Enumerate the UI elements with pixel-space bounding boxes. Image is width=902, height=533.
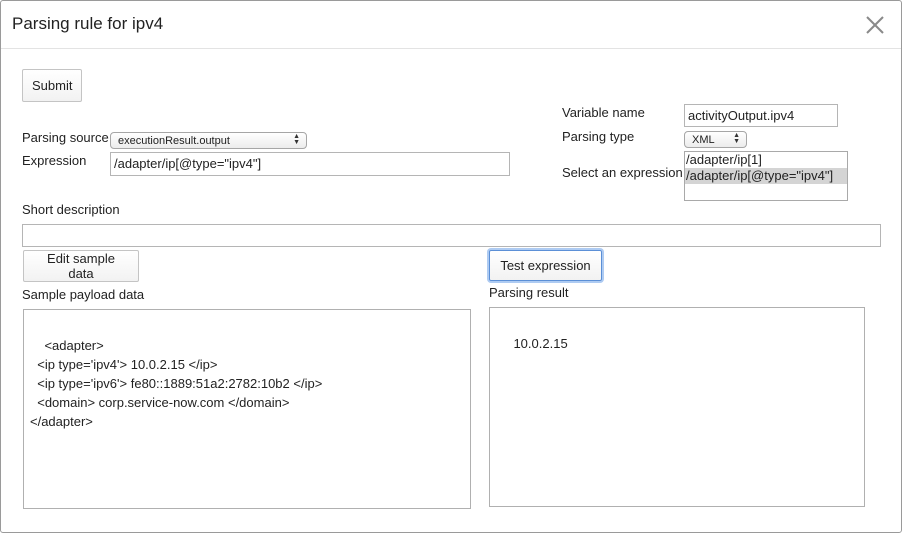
expression-label: Expression [22, 153, 87, 168]
sample-payload-label: Sample payload data [22, 287, 145, 302]
parsing-rule-dialog: Parsing rule for ipv4 Submit Variable na… [0, 0, 902, 533]
expression-option-selected[interactable]: /adapter/ip[@type="ipv4"] [685, 168, 847, 184]
parsing-result-textarea[interactable]: 10.0.2.15 [489, 307, 865, 507]
dialog-title: Parsing rule for ipv4 [12, 14, 164, 33]
select-arrows-icon: ▲ ▼ [733, 132, 740, 145]
parsing-result-text: 10.0.2.15 [513, 336, 568, 351]
short-description-label: Short description [22, 202, 120, 217]
expression-option[interactable]: /adapter/ip[1] [685, 152, 847, 168]
resize-grip-icon[interactable] [855, 497, 863, 505]
sample-payload-textarea[interactable]: <adapter> <ip type='ipv4'> 10.0.2.15 </i… [23, 309, 471, 509]
sample-payload-text: <adapter> <ip type='ipv4'> 10.0.2.15 </i… [30, 338, 323, 429]
test-expression-button[interactable]: Test expression [489, 250, 602, 281]
expression-listbox[interactable]: /adapter/ip[1] /adapter/ip[@type="ipv4"] [684, 151, 848, 201]
short-description-field[interactable] [22, 224, 881, 247]
edit-sample-data-button[interactable]: Edit sample data [23, 250, 139, 282]
submit-button[interactable]: Submit [22, 69, 82, 102]
parsing-source-value: executionResult.output [118, 135, 230, 147]
variable-name-field[interactable]: activityOutput.ipv4 [684, 104, 838, 127]
parsing-type-value: XML [692, 134, 715, 146]
parsing-source-label: Parsing source [22, 130, 109, 145]
parsing-result-label: Parsing result [489, 285, 569, 300]
parsing-source-select[interactable]: executionResult.output ▲ ▼ [110, 132, 307, 149]
dialog-header: Parsing rule for ipv4 [1, 1, 901, 49]
variable-name-label: Variable name [562, 105, 645, 120]
resize-grip-icon[interactable] [461, 499, 469, 507]
close-icon[interactable] [863, 13, 887, 37]
parsing-type-label: Parsing type [562, 129, 635, 144]
select-expression-label: Select an expression [562, 165, 683, 180]
select-arrows-icon: ▲ ▼ [293, 133, 300, 146]
parsing-type-select[interactable]: XML ▲ ▼ [684, 131, 747, 148]
expression-field[interactable]: /adapter/ip[@type="ipv4"] [110, 152, 510, 176]
